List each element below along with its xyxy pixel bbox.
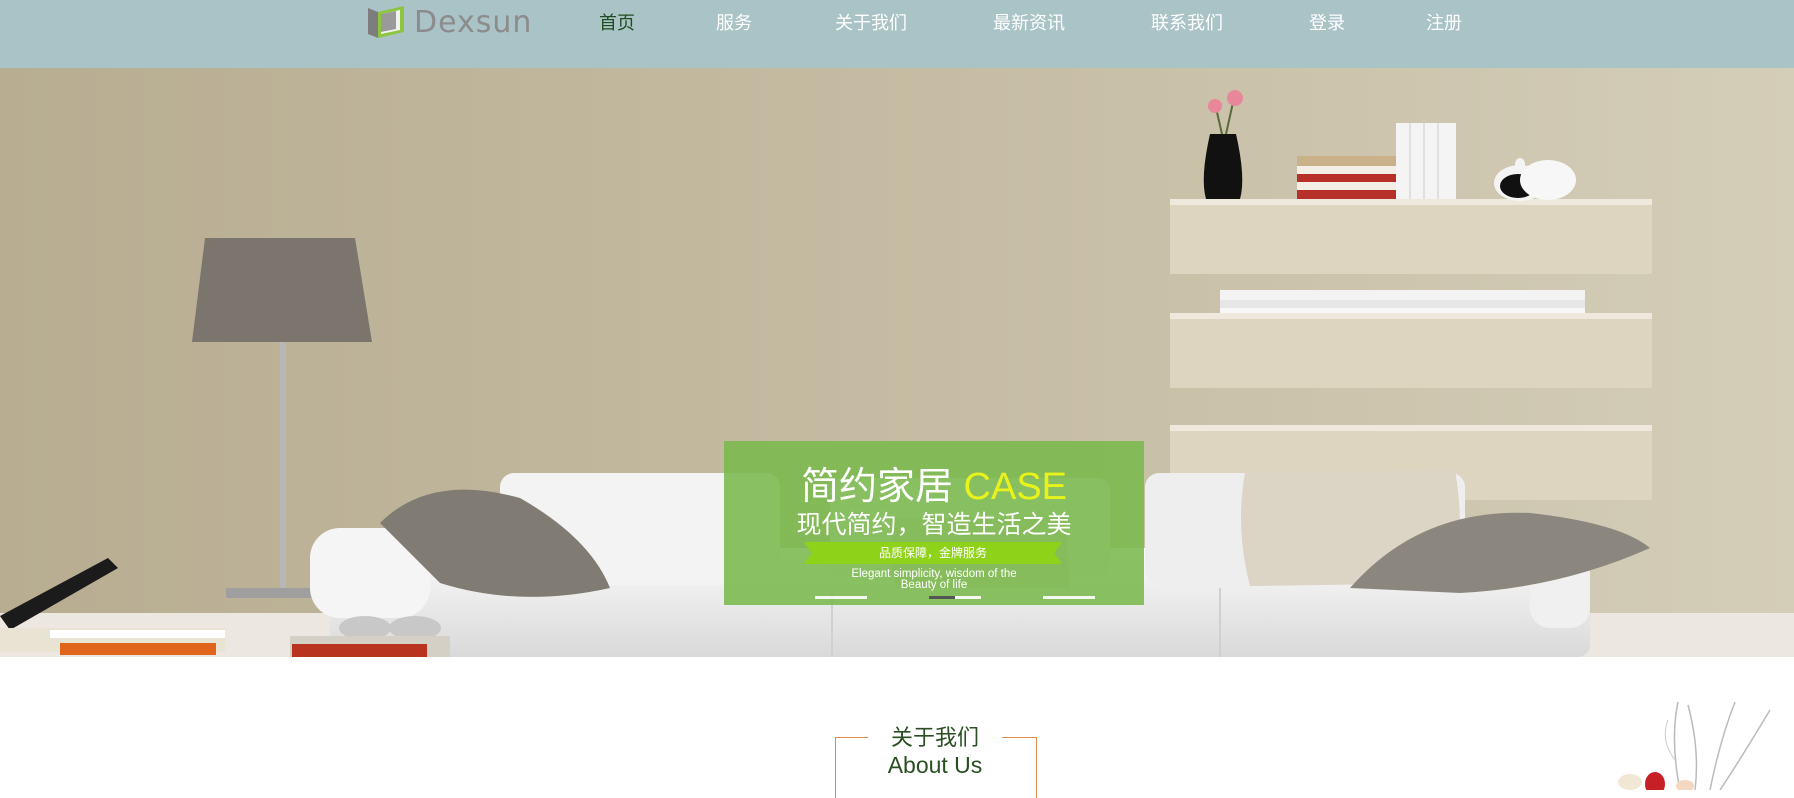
decorative-branch-image [1618,701,1771,790]
about-heading-cn-wrap: 关于我们 [868,720,1002,752]
hero-banner: 简约家居 CASE 现代简约，智造生活之美 品质保障，金牌服务 Elegant … [724,441,1144,605]
banner-subtitle: 现代简约，智造生活之美 [796,511,1072,539]
banner-title-cn: 简约家居 [800,466,953,508]
brand-logo[interactable]: Dexsun [366,3,532,41]
nav-services[interactable]: 服务 [716,9,752,35]
banner-english-line2: Beauty of life [900,579,968,591]
banner-ribbon: 品质保障，金牌服务 [804,542,1062,564]
nav-login[interactable]: 登录 [1309,9,1345,35]
about-heading-cn: 关于我们 [890,726,979,751]
brand-name: Dexsun [414,4,533,40]
banner-title-en: CASE [963,466,1068,508]
nav-home[interactable]: 首页 [599,9,635,35]
nav-contact[interactable]: 联系我们 [1151,9,1223,35]
slider-dot-2[interactable] [929,596,981,599]
nav-register[interactable]: 注册 [1426,9,1462,35]
nav-about[interactable]: 关于我们 [835,9,907,35]
site-header: Dexsun 首页 服务 关于我们 最新资讯 联系我们 登录 注册 [0,0,1794,68]
slider-dot-1[interactable] [815,596,867,599]
nav-news[interactable]: 最新资讯 [993,9,1065,35]
banner-english: Elegant simplicity, wisdom of the Beauty… [814,568,1054,591]
logo-icon [366,4,406,40]
slider-dot-3[interactable] [1043,596,1095,599]
hero-slider[interactable]: 简约家居 CASE 现代简约，智造生活之美 品质保障，金牌服务 Elegant … [0,68,1794,657]
ribbon-text: 品质保障，金牌服务 [878,546,987,560]
banner-title: 简约家居 CASE [724,455,1144,510]
about-heading-en: About Us [887,752,983,778]
